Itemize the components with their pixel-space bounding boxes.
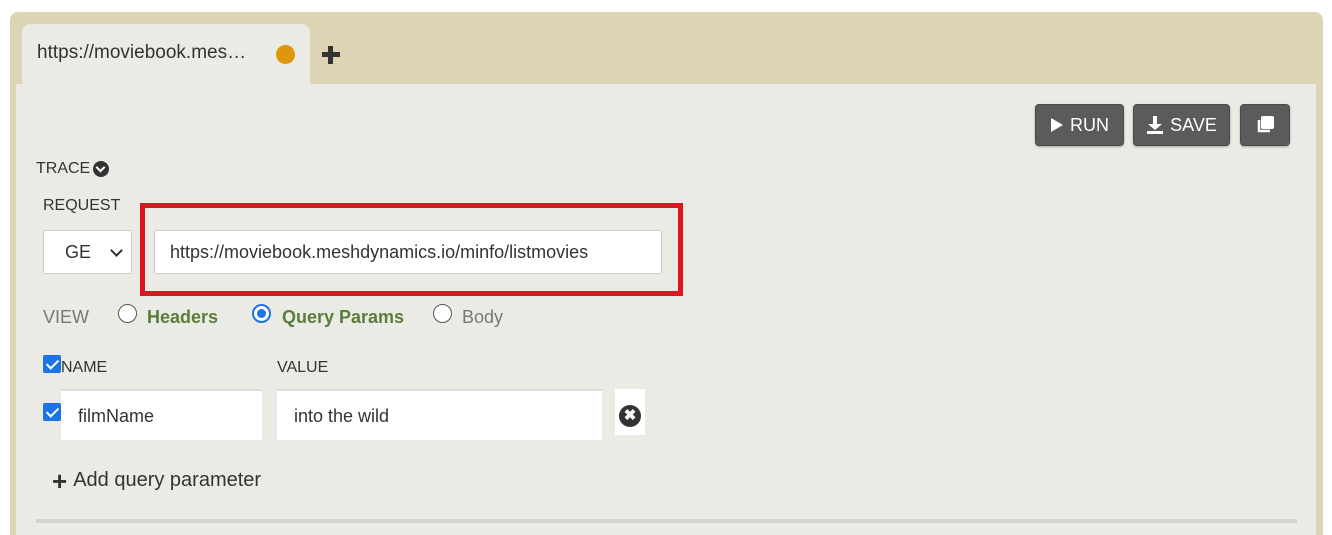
tab-request[interactable]: https://moviebook.mes…	[22, 24, 310, 86]
radio-query-params-label[interactable]: Query Params	[282, 307, 404, 328]
divider	[36, 519, 1297, 523]
tab-title: https://moviebook.mes…	[37, 42, 247, 63]
unsaved-dot-icon	[276, 45, 295, 64]
radio-query-params[interactable]	[252, 304, 271, 323]
save-label: SAVE	[1170, 114, 1217, 135]
save-button[interactable]: SAVE	[1133, 104, 1230, 146]
radio-headers-label[interactable]: Headers	[147, 307, 218, 328]
method-select[interactable]: GE	[43, 230, 132, 274]
request-label: REQUEST	[43, 197, 121, 214]
add-query-parameter-button[interactable]: + Add query parameter	[52, 465, 262, 496]
radio-body-label[interactable]: Body	[462, 307, 503, 328]
plus-icon: +	[52, 465, 68, 496]
add-tab-icon[interactable]	[320, 44, 342, 66]
select-all-checkbox[interactable]	[43, 355, 61, 373]
name-column-header: NAME	[61, 359, 108, 376]
value-column-header: VALUE	[277, 359, 329, 376]
view-label: VIEW	[43, 307, 90, 327]
add-param-label: Add query parameter	[73, 469, 262, 491]
param-value-input[interactable]: into the wild	[277, 389, 602, 440]
run-label: RUN	[1070, 114, 1109, 135]
radio-headers[interactable]	[118, 304, 137, 323]
param-row-checkbox[interactable]	[43, 403, 61, 421]
copy-icon	[1257, 116, 1274, 133]
param-name-input[interactable]: filmName	[61, 389, 262, 440]
radio-body[interactable]	[433, 304, 452, 323]
trace-toggle[interactable]: TRACE	[36, 160, 110, 178]
close-icon: ✖	[619, 405, 641, 427]
play-icon	[1051, 118, 1063, 132]
download-icon	[1147, 116, 1164, 134]
chevron-down-icon	[93, 161, 110, 177]
duplicate-button[interactable]	[1240, 104, 1290, 146]
method-value: GE	[65, 242, 92, 262]
remove-param-button[interactable]: ✖	[615, 389, 645, 435]
run-button[interactable]: RUN	[1035, 104, 1124, 146]
chevron-down-icon	[110, 244, 123, 257]
highlight-box	[140, 203, 683, 296]
trace-label: TRACE	[36, 160, 91, 177]
